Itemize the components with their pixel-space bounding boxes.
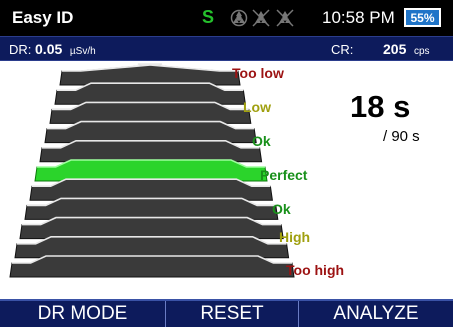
softkey-bar: DR MODE RESET ANALYZE	[0, 299, 453, 327]
funnel-band	[44, 120, 257, 144]
zone-label-low: Low	[243, 99, 271, 115]
funnel-band-active	[34, 159, 268, 182]
funnel-band	[49, 101, 252, 124]
radiation-status-icons	[230, 9, 294, 27]
radiation-crossed-icon	[252, 9, 270, 27]
device-screen: Easy ID S 10:58 PM 55% DR: 0.05 µSv/h CR…	[0, 0, 453, 327]
count-rate-label: CR:	[331, 42, 354, 57]
funnel-band	[29, 178, 273, 201]
funnel-band	[9, 255, 295, 278]
zone-label-high: High	[279, 229, 311, 245]
analyze-button[interactable]: ANALYZE	[299, 301, 453, 327]
zone-label-ok-upper: Ok	[252, 133, 271, 149]
zone-label-too-high: Too high	[286, 262, 345, 278]
dr-mode-button[interactable]: DR MODE	[0, 301, 166, 327]
funnel-band	[59, 63, 241, 86]
funnel-band	[54, 82, 246, 105]
dose-rate-label: DR:	[9, 42, 32, 57]
zone-label-perfect: Perfect	[260, 167, 308, 183]
funnel-band	[24, 197, 279, 220]
funnel-band	[39, 140, 263, 163]
count-rate-unit: cps	[414, 46, 430, 57]
status-letter: S	[202, 7, 215, 27]
dose-rate-unit: µSv/h	[69, 46, 96, 57]
zone-label-too-low: Too low	[232, 65, 284, 81]
reset-button[interactable]: RESET	[166, 301, 299, 327]
timer-total: / 90 s	[383, 128, 420, 145]
radiation-icon	[230, 9, 248, 27]
funnel-band	[14, 236, 290, 259]
main-panel: Too low Low Ok Perfect Ok High Too high …	[0, 61, 453, 299]
timer-elapsed: 18 s	[350, 89, 411, 124]
count-rate-value: 205	[383, 41, 407, 57]
dose-rate: DR: 0.05 µSv/h	[9, 41, 96, 57]
battery-indicator: 55%	[404, 8, 441, 27]
rate-bar: DR: 0.05 µSv/h CR: 205 cps	[0, 36, 453, 61]
funnel-band	[19, 216, 284, 240]
clock: 10:58 PM	[322, 8, 395, 27]
count-rate: CR: 205 cps	[331, 41, 430, 57]
app-title: Easy ID	[12, 8, 74, 27]
top-status-bar: Easy ID S 10:58 PM 55%	[0, 0, 453, 36]
radiation-crossed-icon	[276, 9, 294, 27]
zone-label-ok-lower: Ok	[272, 201, 291, 217]
dose-rate-value: 0.05	[35, 41, 63, 57]
